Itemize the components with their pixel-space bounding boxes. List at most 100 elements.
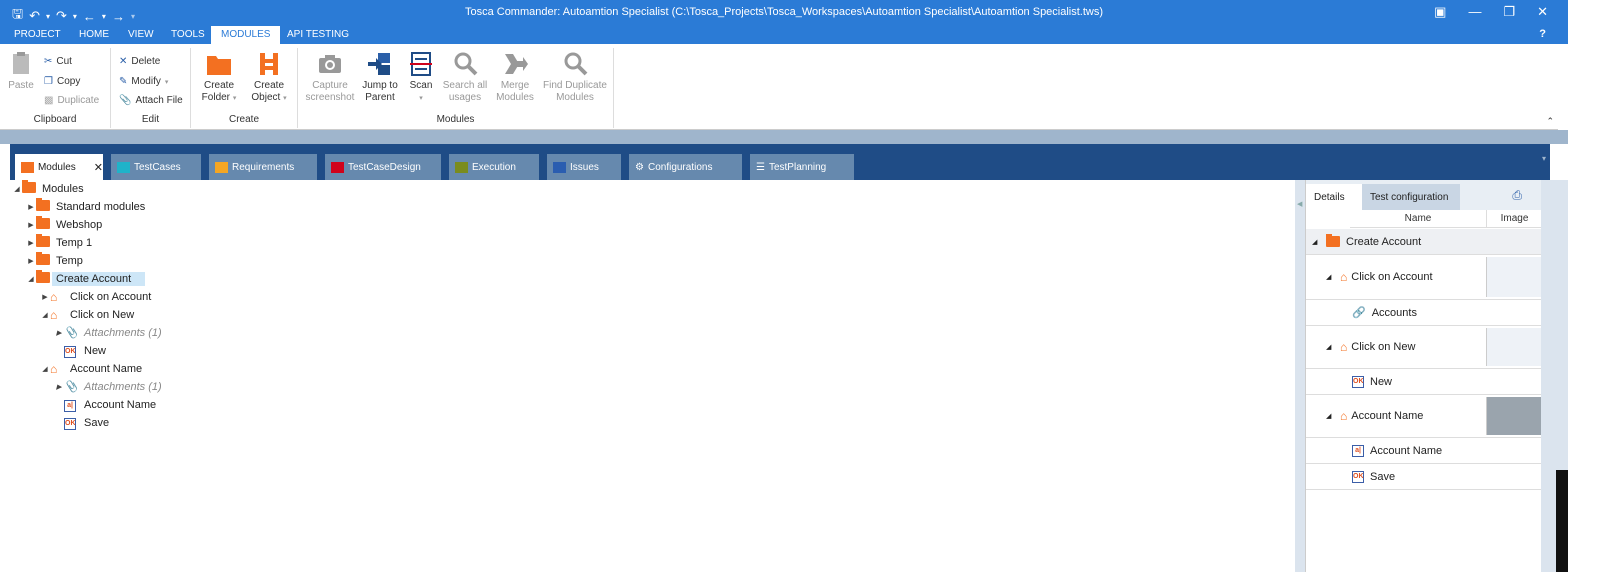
menu-modules[interactable]: MODULES	[211, 26, 281, 44]
copy-icon: ❐	[44, 76, 53, 87]
create-object-button[interactable]: Create Object ▾	[247, 50, 291, 105]
menu-project[interactable]: PROJECT	[14, 29, 61, 40]
column-header-name[interactable]: Name	[1350, 210, 1486, 228]
expand-arrow-icon[interactable]: ▶	[26, 203, 36, 211]
tree-node-account-name-module[interactable]: ◢ ⌂ Account Name	[40, 360, 142, 377]
jump-to-parent-button[interactable]: Jump to Parent	[360, 50, 400, 104]
restore-icon[interactable]: ❐	[1503, 4, 1515, 20]
create-folder-button[interactable]: Create Folder ▾	[199, 50, 239, 105]
expand-arrow-icon[interactable]: ▶	[26, 257, 36, 265]
duplicate-icon: ▩	[44, 95, 54, 106]
details-row-accounts[interactable]: 🔗 Accounts	[1306, 300, 1542, 326]
collapse-ribbon-icon[interactable]: ⌃	[1546, 116, 1554, 127]
duplicate-button[interactable]: ▩ Duplicate	[44, 95, 99, 106]
folder-icon	[36, 197, 50, 211]
tab-test-configuration[interactable]: Test configuration	[1362, 184, 1460, 210]
expand-arrow-icon[interactable]: ▶	[26, 239, 36, 247]
modify-button[interactable]: ✎ Modify ▾	[119, 76, 168, 87]
tree-node-create-account[interactable]: ◢ Create Account	[26, 269, 146, 287]
details-row-new[interactable]: OK New	[1306, 369, 1542, 395]
menu-home[interactable]: HOME	[79, 29, 109, 40]
button-attribute-icon: OK	[64, 417, 76, 430]
tab-testcasedesign[interactable]: TestCaseDesign	[325, 154, 441, 180]
layout-icon[interactable]: ▣	[1434, 4, 1446, 20]
details-row-click-on-account[interactable]: ◢ ⌂ Click on Account	[1306, 255, 1542, 300]
details-row-click-on-new[interactable]: ◢ ⌂ Click on New	[1306, 326, 1542, 369]
collapse-arrow-icon[interactable]: ◢	[1326, 412, 1336, 420]
menu-tools[interactable]: TOOLS	[171, 29, 205, 40]
attach-file-button[interactable]: 📎 Attach File	[119, 95, 183, 106]
cut-button[interactable]: ✂ Cut	[44, 56, 72, 67]
paste-icon	[13, 52, 29, 74]
merge-modules-button[interactable]: Merge Modules	[492, 50, 538, 104]
tree-node-standard-modules[interactable]: ▶ Standard modules	[26, 197, 145, 215]
column-header-image[interactable]: Image	[1486, 210, 1542, 228]
tab-overflow-icon[interactable]: ▾	[1542, 154, 1546, 163]
collapse-arrow-icon[interactable]: ◢	[1312, 238, 1322, 246]
expand-arrow-icon[interactable]: ▶	[54, 383, 64, 391]
collapse-arrow-icon[interactable]: ◢	[1326, 273, 1336, 281]
tree-node-webshop[interactable]: ▶ Webshop	[26, 215, 102, 233]
search-all-usages-button[interactable]: Search all usages	[440, 50, 490, 104]
details-row-account-name-module[interactable]: ◢ ⌂ Account Name	[1306, 395, 1542, 438]
folder-icon	[36, 251, 50, 265]
tab-issues[interactable]: Issues	[547, 154, 621, 180]
collapse-arrow-icon[interactable]: ◢	[40, 311, 50, 319]
details-row-account-name-field[interactable]: a| Account Name	[1306, 438, 1542, 464]
tree-node-temp-1[interactable]: ▶ Temp 1	[26, 233, 92, 251]
tab-configurations[interactable]: ⚙ Configurations	[629, 154, 742, 180]
paste-button[interactable]: Paste	[6, 50, 36, 92]
close-tab-icon[interactable]: ✕	[94, 161, 103, 174]
minimize-icon[interactable]: —	[1468, 4, 1481, 20]
expand-arrow-icon[interactable]: ▶	[26, 221, 36, 229]
tree-node-click-on-new[interactable]: ◢ ⌂ Click on New	[40, 306, 134, 323]
find-duplicate-modules-button[interactable]: Find Duplicate Modules	[540, 50, 610, 104]
requirements-folder-icon	[215, 161, 228, 173]
collapse-arrow-icon[interactable]: ◢	[1326, 343, 1336, 351]
expand-arrow-icon[interactable]: ▶	[54, 329, 64, 337]
menu-view[interactable]: VIEW	[128, 29, 154, 40]
copy-button[interactable]: ❐ Copy	[44, 76, 80, 87]
tab-testcases[interactable]: TestCases	[111, 154, 201, 180]
tab-testplanning[interactable]: ☰ TestPlanning	[750, 154, 854, 180]
tree-node-temp[interactable]: ▶ Temp	[26, 251, 83, 269]
expand-arrow-icon[interactable]: ▶	[40, 293, 50, 301]
menu-api-testing[interactable]: API TESTING	[287, 29, 349, 40]
tree-node-new[interactable]: OK New	[64, 342, 106, 359]
tab-requirements[interactable]: Requirements	[209, 154, 317, 180]
collapse-arrow-icon[interactable]: ◢	[40, 365, 50, 373]
folder-icon	[36, 215, 50, 229]
capture-screenshot-button[interactable]: Capture screenshot	[302, 50, 358, 104]
tab-details[interactable]: Details	[1306, 184, 1362, 210]
tree-node-click-on-account[interactable]: ▶ ⌂ Click on Account	[40, 288, 151, 305]
tree-node-attachments[interactable]: ▶ 📎 Attachments (1)	[54, 378, 161, 395]
collapse-arrow-icon[interactable]: ◢	[12, 185, 22, 193]
module-icon	[260, 53, 278, 75]
delete-button[interactable]: ✕ Delete	[119, 56, 160, 67]
screenshot-thumbnail[interactable]	[1486, 397, 1542, 435]
details-row-save[interactable]: OK Save	[1306, 464, 1542, 490]
screenshot-thumbnail[interactable]	[1486, 257, 1542, 297]
module-icon: ⌂	[1340, 270, 1348, 284]
help-button[interactable]: ?	[1539, 28, 1546, 40]
scan-button[interactable]: Scan ▾	[404, 50, 438, 105]
search-icon	[454, 52, 478, 76]
splitter-arrow-icon[interactable]: ◀	[1297, 200, 1302, 208]
tree-node-attachments[interactable]: ▶ 📎 Attachments (1)	[54, 324, 161, 341]
close-icon[interactable]: ✕	[1537, 4, 1548, 20]
tab-execution[interactable]: Execution	[449, 154, 539, 180]
print-icon[interactable]: ⎙	[1512, 188, 1522, 203]
create-object-dropdown-icon: ▾	[283, 95, 287, 102]
details-row-create-account[interactable]: ◢ Create Account	[1306, 229, 1542, 255]
panel-splitter[interactable]: ◀	[1295, 180, 1305, 572]
textbox-attribute-icon: a|	[64, 399, 76, 412]
collapse-arrow-icon[interactable]: ◢	[26, 275, 36, 283]
tree-node-modules-root[interactable]: ◢ Modules	[12, 179, 84, 197]
tree-node-save[interactable]: OK Save	[64, 414, 109, 431]
delete-icon: ✕	[119, 56, 128, 67]
link-icon: 🔗	[1352, 307, 1366, 319]
screenshot-thumbnail[interactable]	[1486, 328, 1542, 366]
tab-modules[interactable]: Modules ✕	[15, 154, 103, 180]
outer-background	[1568, 0, 1600, 572]
tree-node-account-name-field[interactable]: a| Account Name	[64, 396, 156, 413]
